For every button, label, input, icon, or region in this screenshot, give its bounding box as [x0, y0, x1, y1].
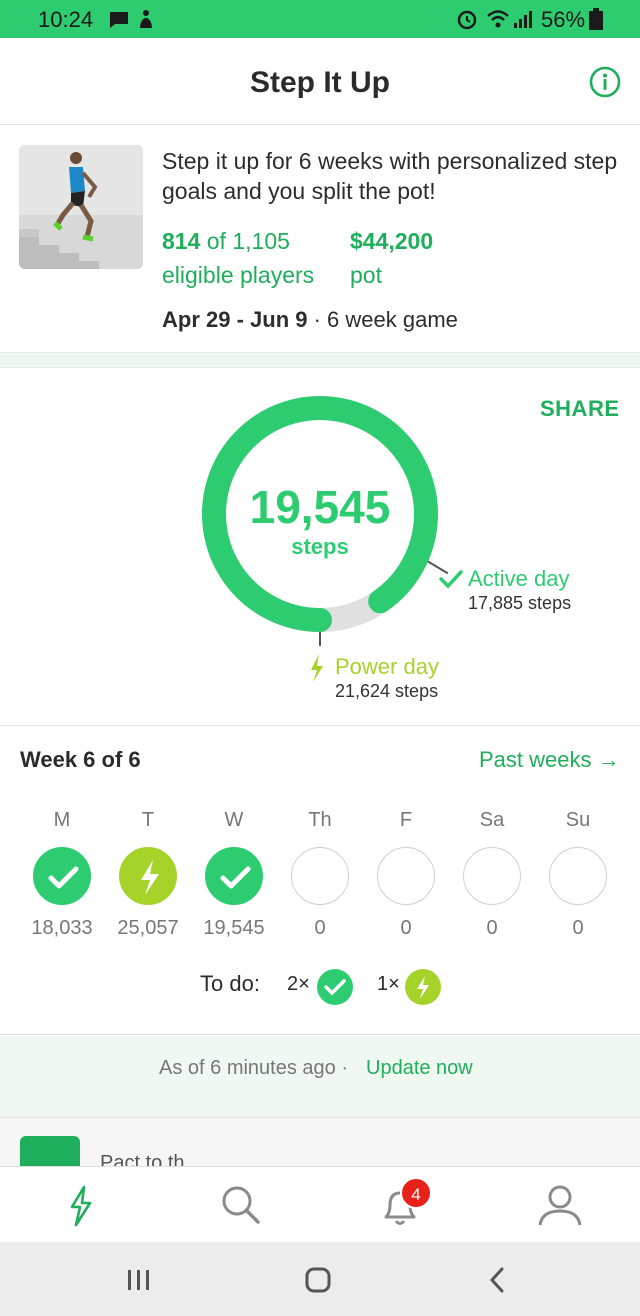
peek-card-text: Pact to th — [100, 1152, 185, 1166]
bottom-tab-bar: 4 — [0, 1166, 640, 1242]
past-weeks-link[interactable]: Past weeks → — [479, 747, 620, 773]
system-nav-bar — [0, 1242, 640, 1316]
page-title: Step It Up — [250, 66, 390, 99]
last-updated-text: As of 6 minutes ago · — [159, 1057, 348, 1079]
day-empty-circle — [463, 847, 521, 905]
players-total: 1,105 — [232, 228, 290, 254]
day-column-th[interactable]: Th 0 — [280, 809, 360, 940]
todo-power-count: 1× — [377, 973, 400, 995]
week-title: Week 6 of 6 — [20, 747, 141, 772]
power-day-label: Power day — [335, 654, 439, 679]
power-day-steps: 21,624 steps — [335, 681, 439, 701]
section-divider — [0, 352, 640, 368]
steps-unit: steps — [291, 534, 349, 559]
search-tab-icon[interactable] — [216, 1181, 264, 1229]
day-steps-value: 25,057 — [117, 917, 179, 939]
notification-icon — [140, 10, 152, 28]
battery-icon — [589, 8, 603, 30]
day-steps-value: 19,545 — [203, 917, 265, 939]
notification-badge: 4 — [400, 1177, 432, 1209]
game-description: Step it up for 6 weeks with personalized… — [162, 148, 618, 204]
runner-image-icon — [19, 145, 143, 269]
pot-amount: $44,200 — [350, 228, 434, 254]
next-card-peek[interactable]: Pact to th — [0, 1118, 640, 1166]
day-label: Th — [308, 809, 332, 831]
profile-tab-icon[interactable] — [536, 1181, 584, 1229]
day-steps-value: 0 — [314, 917, 326, 939]
info-icon[interactable] — [588, 65, 622, 99]
day-column-w[interactable]: W 19,545 — [194, 809, 274, 940]
status-bar: 10:24 56% — [0, 0, 640, 38]
active-check-icon — [317, 969, 353, 1005]
battery-percent: 56% — [541, 7, 586, 32]
back-icon[interactable] — [480, 1264, 516, 1296]
status-time: 10:24 — [38, 7, 94, 32]
check-icon — [439, 570, 463, 589]
wifi-icon — [487, 10, 509, 28]
day-steps-value: 0 — [486, 917, 498, 939]
day-column-su[interactable]: Su 0 — [538, 809, 618, 940]
day-column-t[interactable]: T 25,057 — [108, 809, 188, 940]
players-of: of — [206, 228, 226, 254]
alarm-icon — [457, 10, 477, 30]
day-column-sa[interactable]: Sa 0 — [452, 809, 532, 940]
date-range: Apr 29 - Jun 9 — [162, 307, 308, 332]
current-steps: 19,545 — [249, 481, 391, 533]
game-thumbnail — [19, 145, 143, 269]
day-check-icon — [33, 847, 91, 905]
update-strip: As of 6 minutes ago · Update now — [0, 1036, 640, 1118]
day-empty-circle — [549, 847, 607, 905]
day-label: Sa — [479, 809, 505, 831]
week-section: Week 6 of 6 Past weeks → M 18,033 T 25,057 W… — [0, 727, 640, 1035]
game-dates: Apr 29 - Jun 9 · 6 week game — [162, 307, 458, 333]
day-bolt-icon — [119, 847, 177, 905]
day-steps-value: 18,033 — [31, 917, 93, 939]
day-label: M — [53, 809, 71, 831]
active-day-steps: 17,885 steps — [468, 593, 572, 613]
day-label: W — [224, 809, 244, 831]
message-icon — [110, 12, 128, 28]
day-empty-circle — [377, 847, 435, 905]
players-stat: 814 of 1,105 eligible players — [162, 224, 314, 292]
players-count: 814 — [162, 228, 201, 254]
players-label: eligible players — [162, 262, 315, 288]
day-check-icon — [205, 847, 263, 905]
day-steps-value: 0 — [572, 917, 584, 939]
day-column-f[interactable]: F0 — [366, 809, 446, 940]
home-icon[interactable] — [300, 1264, 336, 1296]
day-column-m[interactable]: M 18,033 — [22, 809, 102, 940]
lightning-tab-icon[interactable] — [56, 1181, 104, 1229]
day-label: T — [141, 809, 155, 831]
recent-apps-icon[interactable] — [120, 1264, 156, 1296]
day-steps-value: 0 — [400, 917, 412, 939]
todo-label: To do: — [200, 971, 260, 996]
app-header: Step It Up — [0, 38, 640, 125]
game-summary-card: Step it up for 6 weeks with personalized… — [0, 126, 640, 352]
power-bolt-icon — [405, 969, 441, 1005]
signal-icon — [514, 11, 532, 28]
update-now-link[interactable]: Update now — [366, 1057, 473, 1080]
pot-label: pot — [350, 262, 382, 288]
day-label: Su — [565, 809, 591, 831]
todo-active-count: 2× — [287, 973, 310, 995]
pot-stat: $44,200 pot — [350, 224, 433, 292]
pact-icon — [20, 1136, 80, 1166]
active-day-marker — [427, 560, 449, 575]
game-length: · 6 week game — [313, 307, 458, 332]
day-label: F — [399, 809, 413, 831]
day-empty-circle — [291, 847, 349, 905]
active-day-label: Active day — [468, 566, 570, 591]
bolt-icon — [311, 654, 323, 682]
steps-progress-section: SHARE 19,545 steps Active day 17,885 ste… — [0, 368, 640, 726]
